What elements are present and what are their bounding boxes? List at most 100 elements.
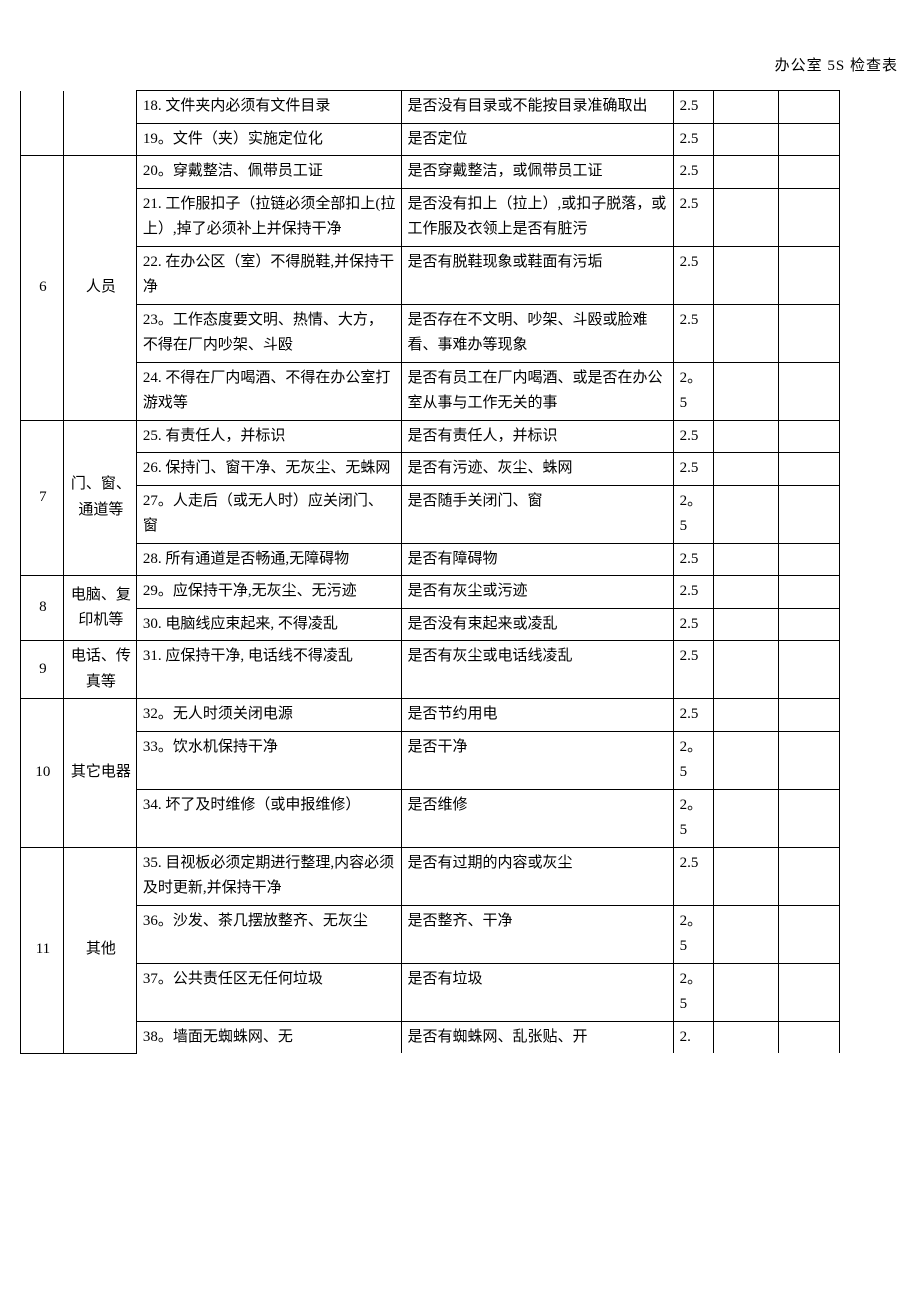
score: 2.5 [673, 608, 713, 641]
blank-cell [713, 188, 779, 246]
check-standard: 是否有责任人，并标识 [401, 420, 673, 453]
score: 2.5 [673, 699, 713, 732]
table-row: 38。墙面无蜘蛛网、无是否有蜘蛛网、乱张贴、开2. [21, 1021, 840, 1053]
check-item: 20。穿戴整洁、佩带员工证 [136, 156, 401, 189]
score: 2。5 [673, 789, 713, 847]
check-item: 31. 应保持干净, 电话线不得凌乱 [136, 641, 401, 699]
table-row: 8电脑、复印机等29。应保持干净,无灰尘、无污迹是否有灰尘或污迹2.5 [21, 576, 840, 609]
blank-cell [713, 453, 779, 486]
blank-cell [779, 188, 840, 246]
check-standard: 是否整齐、干净 [401, 905, 673, 963]
table-row: 22. 在办公区（室）不得脱鞋,并保持干净是否有脱鞋现象或鞋面有污垢2.5 [21, 246, 840, 304]
blank-cell [779, 156, 840, 189]
score: 2.5 [673, 123, 713, 156]
blank-cell [713, 362, 779, 420]
blank-cell [713, 641, 779, 699]
score: 2.5 [673, 543, 713, 576]
check-item: 37。公共责任区无任何垃圾 [136, 963, 401, 1021]
check-standard: 是否定位 [401, 123, 673, 156]
check-standard: 是否有脱鞋现象或鞋面有污垢 [401, 246, 673, 304]
check-standard: 是否随手关闭门、窗 [401, 485, 673, 543]
blank-cell [779, 731, 840, 789]
blank-cell [779, 905, 840, 963]
blank-cell [713, 246, 779, 304]
blank-cell [713, 789, 779, 847]
blank-cell [713, 699, 779, 732]
table-row: 34. 坏了及时维修（或申报维修）是否维修2。5 [21, 789, 840, 847]
blank-cell [713, 905, 779, 963]
table-row: 11其他35. 目视板必须定期进行整理,内容必须及时更新,并保持干净是否有过期的… [21, 847, 840, 905]
check-standard: 是否没有束起来或凌乱 [401, 608, 673, 641]
check-item: 35. 目视板必须定期进行整理,内容必须及时更新,并保持干净 [136, 847, 401, 905]
blank-cell [713, 485, 779, 543]
blank-cell [779, 963, 840, 1021]
blank-cell [779, 485, 840, 543]
blank-cell [779, 453, 840, 486]
score: 2.5 [673, 304, 713, 362]
group-number: 6 [21, 156, 64, 421]
blank-cell [713, 608, 779, 641]
blank-cell [713, 847, 779, 905]
table-row: 9电话、传真等31. 应保持干净, 电话线不得凌乱是否有灰尘或电话线凌乱2.5 [21, 641, 840, 699]
check-standard: 是否有灰尘或电话线凌乱 [401, 641, 673, 699]
check-standard: 是否没有目录或不能按目录准确取出 [401, 91, 673, 124]
check-item: 33。饮水机保持干净 [136, 731, 401, 789]
blank-cell [779, 362, 840, 420]
check-item: 34. 坏了及时维修（或申报维修） [136, 789, 401, 847]
group-category: 其他 [63, 847, 136, 1053]
check-item: 36。沙发、茶几摆放整齐、无灰尘 [136, 905, 401, 963]
blank-cell [779, 699, 840, 732]
blank-cell [779, 420, 840, 453]
check-standard: 是否穿戴整洁，或佩带员工证 [401, 156, 673, 189]
score: 2。5 [673, 963, 713, 1021]
blank-cell [713, 543, 779, 576]
table-row: 30. 电脑线应束起来, 不得凌乱是否没有束起来或凌乱2.5 [21, 608, 840, 641]
check-standard: 是否没有扣上（拉上）,或扣子脱落，或工作服及衣领上是否有脏污 [401, 188, 673, 246]
table-row: 36。沙发、茶几摆放整齐、无灰尘是否整齐、干净2。5 [21, 905, 840, 963]
table-row: 24. 不得在厂内喝酒、不得在办公室打游戏等是否有员工在厂内喝酒、或是否在办公室… [21, 362, 840, 420]
group-number [21, 91, 64, 156]
blank-cell [713, 91, 779, 124]
score: 2.5 [673, 847, 713, 905]
check-item: 28. 所有通道是否畅通,无障碍物 [136, 543, 401, 576]
blank-cell [713, 1021, 779, 1053]
score: 2.5 [673, 188, 713, 246]
group-category: 人员 [63, 156, 136, 421]
blank-cell [779, 304, 840, 362]
check-item: 25. 有责任人，并标识 [136, 420, 401, 453]
blank-cell [779, 543, 840, 576]
check-standard: 是否有过期的内容或灰尘 [401, 847, 673, 905]
table-row: 19。文件（夹）实施定位化是否定位2.5 [21, 123, 840, 156]
group-number: 8 [21, 576, 64, 641]
group-category: 电脑、复印机等 [63, 576, 136, 641]
score: 2. [673, 1021, 713, 1053]
check-item: 24. 不得在厂内喝酒、不得在办公室打游戏等 [136, 362, 401, 420]
score: 2.5 [673, 156, 713, 189]
check-item: 26. 保持门、窗干净、无灰尘、无蛛网 [136, 453, 401, 486]
table-row: 23。工作态度要文明、热情、大方，不得在厂内吵架、斗殴是否存在不文明、吵架、斗殴… [21, 304, 840, 362]
blank-cell [713, 304, 779, 362]
score: 2。5 [673, 485, 713, 543]
table-row: 18. 文件夹内必须有文件目录是否没有目录或不能按目录准确取出2.5 [21, 91, 840, 124]
check-item: 38。墙面无蜘蛛网、无 [136, 1021, 401, 1053]
group-number: 11 [21, 847, 64, 1053]
score: 2.5 [673, 91, 713, 124]
group-category [63, 91, 136, 156]
check-item: 19。文件（夹）实施定位化 [136, 123, 401, 156]
group-number: 9 [21, 641, 64, 699]
check-item: 27。人走后（或无人时）应关闭门、窗 [136, 485, 401, 543]
blank-cell [779, 246, 840, 304]
check-item: 32。无人时须关闭电源 [136, 699, 401, 732]
check-standard: 是否维修 [401, 789, 673, 847]
blank-cell [713, 123, 779, 156]
table-row: 27。人走后（或无人时）应关闭门、窗是否随手关闭门、窗2。5 [21, 485, 840, 543]
group-category: 门、窗、通道等 [63, 420, 136, 576]
score: 2.5 [673, 453, 713, 486]
check-item: 30. 电脑线应束起来, 不得凌乱 [136, 608, 401, 641]
score: 2。5 [673, 731, 713, 789]
check-item: 22. 在办公区（室）不得脱鞋,并保持干净 [136, 246, 401, 304]
blank-cell [713, 576, 779, 609]
score: 2.5 [673, 420, 713, 453]
blank-cell [779, 641, 840, 699]
blank-cell [713, 156, 779, 189]
